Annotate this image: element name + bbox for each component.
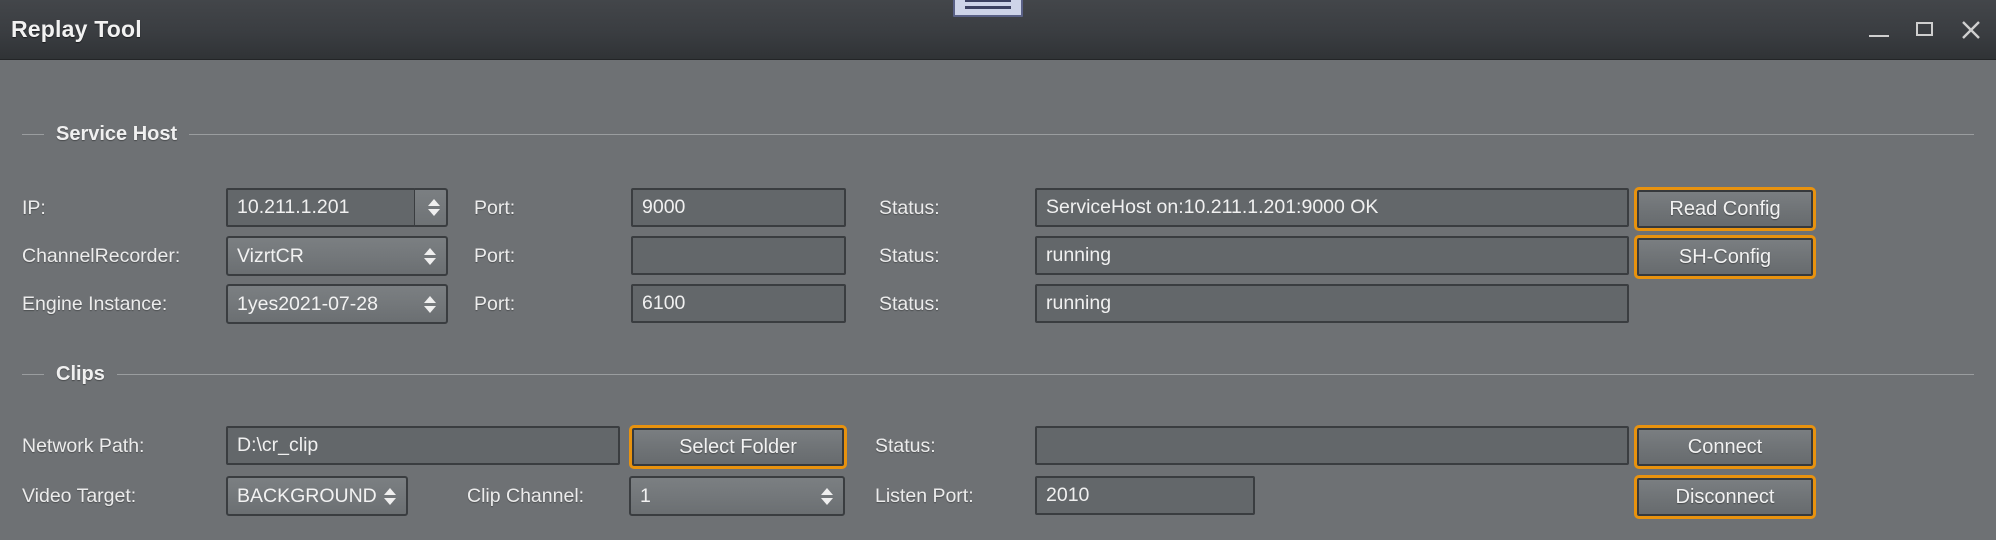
minimize-icon[interactable] <box>1868 19 1890 41</box>
status-channel-recorder: running <box>1035 236 1629 275</box>
group-rule-left <box>22 134 44 135</box>
port-input-engine-instance[interactable]: 6100 <box>631 284 846 323</box>
status-clips <box>1035 426 1629 465</box>
connect-button[interactable]: Connect <box>1637 428 1813 466</box>
handle-line <box>965 6 1011 9</box>
chevron-up-icon <box>821 488 833 495</box>
combo-arrows-icon <box>422 296 437 313</box>
main-content: Service Host IP: 10.211.1.201 Port: 9000… <box>0 60 1996 540</box>
chevron-down-icon <box>424 258 436 265</box>
sh-config-button[interactable]: SH-Config <box>1637 238 1813 276</box>
channel-recorder-combo[interactable]: VizrtCR <box>226 236 448 276</box>
ip-spinner[interactable] <box>415 188 448 227</box>
select-folder-button[interactable]: Select Folder <box>632 428 844 466</box>
combo-arrows-icon <box>819 488 834 505</box>
group-rule-right <box>189 134 1974 135</box>
status-service-host: ServiceHost on:10.211.1.201:9000 OK <box>1035 188 1629 227</box>
group-label: Clips <box>56 363 105 386</box>
port-input-channel-recorder[interactable] <box>631 236 846 275</box>
label-port-3: Port: <box>474 293 515 316</box>
label-network-path: Network Path: <box>22 435 144 458</box>
port-input-service-host[interactable]: 9000 <box>631 188 846 227</box>
label-channel-recorder: ChannelRecorder: <box>22 245 180 268</box>
handle-line <box>965 0 1011 2</box>
status-engine-instance: running <box>1035 284 1629 323</box>
label-listen-port: Listen Port: <box>875 485 974 508</box>
chevron-down-icon <box>384 498 396 505</box>
label-clip-channel: Clip Channel: <box>467 485 584 508</box>
label-status-1: Status: <box>879 197 940 220</box>
chevron-up-icon <box>428 199 440 206</box>
chevron-up-icon <box>384 488 396 495</box>
combo-arrows-icon <box>422 248 437 265</box>
combo-arrows-icon <box>382 488 397 505</box>
group-title-clips: Clips <box>22 363 1974 386</box>
title-bar[interactable]: Replay Tool <box>0 0 1996 60</box>
group-title-service-host: Service Host <box>22 123 1974 146</box>
chevron-down-icon <box>821 498 833 505</box>
close-icon[interactable] <box>1960 19 1982 41</box>
window-controls <box>1868 0 1982 60</box>
group-rule-left <box>22 374 44 375</box>
clip-channel-value: 1 <box>640 485 813 508</box>
chevron-down-icon <box>428 209 440 216</box>
engine-instance-combo[interactable]: 1yes2021-07-28 <box>226 284 448 324</box>
video-target-value: BACKGROUND <box>237 485 376 508</box>
ip-input[interactable]: 10.211.1.201 <box>226 188 416 227</box>
label-engine-instance: Engine Instance: <box>22 293 167 316</box>
network-path-input[interactable]: D:\cr_clip <box>226 426 620 465</box>
group-rule-right <box>117 374 1974 375</box>
channel-recorder-value: VizrtCR <box>237 245 416 268</box>
label-video-target: Video Target: <box>22 485 136 508</box>
window-handle-icon[interactable] <box>953 0 1023 17</box>
spinner-arrows-icon <box>426 199 441 216</box>
chevron-up-icon <box>424 248 436 255</box>
maximize-icon[interactable] <box>1914 19 1936 41</box>
engine-instance-value: 1yes2021-07-28 <box>237 293 416 316</box>
video-target-combo[interactable]: BACKGROUND <box>226 476 408 516</box>
label-status-3: Status: <box>879 293 940 316</box>
disconnect-button[interactable]: Disconnect <box>1637 478 1813 516</box>
clip-channel-combo[interactable]: 1 <box>629 476 845 516</box>
label-ip: IP: <box>22 197 46 220</box>
listen-port-input[interactable]: 2010 <box>1035 476 1255 515</box>
chevron-down-icon <box>424 306 436 313</box>
label-status-2: Status: <box>879 245 940 268</box>
read-config-button[interactable]: Read Config <box>1637 190 1813 228</box>
label-port-1: Port: <box>474 197 515 220</box>
group-label: Service Host <box>56 123 177 146</box>
label-status-clips: Status: <box>875 435 936 458</box>
chevron-up-icon <box>424 296 436 303</box>
window-title: Replay Tool <box>0 16 142 43</box>
label-port-2: Port: <box>474 245 515 268</box>
